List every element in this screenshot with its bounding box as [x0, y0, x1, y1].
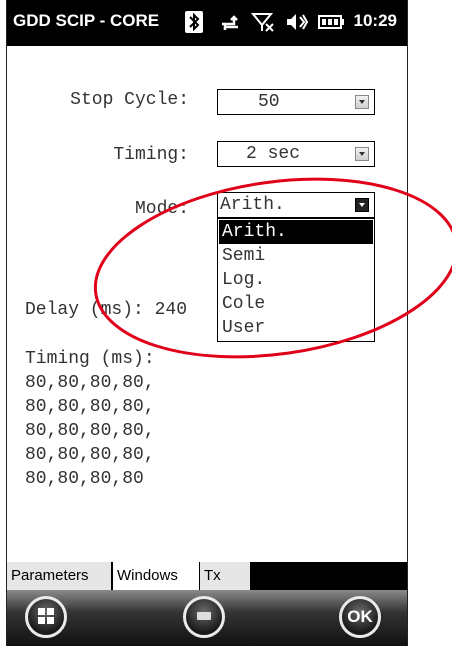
timing-dropdown[interactable]: 2 sec [217, 141, 375, 167]
tab-windows[interactable]: Windows [113, 562, 199, 590]
speaker-icon [287, 14, 308, 30]
no-signal-icon [251, 13, 274, 32]
timing-ms-line: 80,80,80,80, [25, 397, 155, 417]
device-screen: GDD SCIP - CORE 10:29 Stop Cycle: 50 Tim… [6, 0, 408, 646]
battery-icon [318, 15, 344, 29]
mode-option-user[interactable]: User [219, 316, 373, 340]
mode-option-cole[interactable]: Cole [219, 292, 373, 316]
windows-start-icon [38, 608, 54, 624]
chevron-down-icon[interactable] [355, 95, 369, 109]
chevron-down-icon[interactable] [355, 147, 369, 161]
mode-option-log[interactable]: Log. [219, 268, 373, 292]
timing-label: Timing: [113, 145, 189, 165]
timing-ms-line: 80,80,80,80, [25, 421, 155, 441]
stop-cycle-value: 50 [258, 92, 280, 112]
timing-ms-line: 80,80,80,80, [25, 373, 155, 393]
chevron-down-icon[interactable] [355, 198, 369, 212]
keyboard-button[interactable] [183, 596, 225, 638]
mode-value: Arith. [220, 195, 285, 215]
timing-ms-heading: Timing (ms): [25, 349, 155, 369]
data-connection-icon [222, 15, 238, 30]
timing-value: 2 sec [246, 144, 301, 164]
ok-label: OK [347, 607, 373, 626]
delay-readout: Delay (ms): 240 [25, 300, 188, 320]
softkey-bar: OK [7, 590, 407, 646]
mode-dropdown[interactable]: Arith. [217, 192, 375, 218]
bluetooth-icon [185, 11, 203, 33]
clock: 10:29 [353, 11, 397, 30]
stop-cycle-label: Stop Cycle: [70, 90, 189, 110]
timing-ms-line: 80,80,80,80, [25, 445, 155, 465]
keyboard-icon [197, 612, 211, 620]
mode-dropdown-list: Arith. Semi Log. Cole User [217, 218, 375, 342]
start-button[interactable] [25, 596, 67, 638]
tab-tx[interactable]: Tx [200, 562, 250, 590]
stop-cycle-dropdown[interactable]: 50 [217, 89, 375, 115]
tab-parameters[interactable]: Parameters [7, 562, 111, 590]
tab-bar: Parameters Windows Tx [7, 562, 407, 590]
ok-button[interactable]: OK [339, 596, 381, 638]
mode-label: Mode: [134, 199, 189, 219]
mode-option-semi[interactable]: Semi [219, 244, 373, 268]
timing-ms-line: 80,80,80,80 [25, 469, 144, 489]
status-bar: GDD SCIP - CORE 10:29 [7, 0, 407, 46]
app-title: GDD SCIP - CORE [13, 11, 160, 30]
mode-option-arith[interactable]: Arith. [219, 220, 373, 244]
